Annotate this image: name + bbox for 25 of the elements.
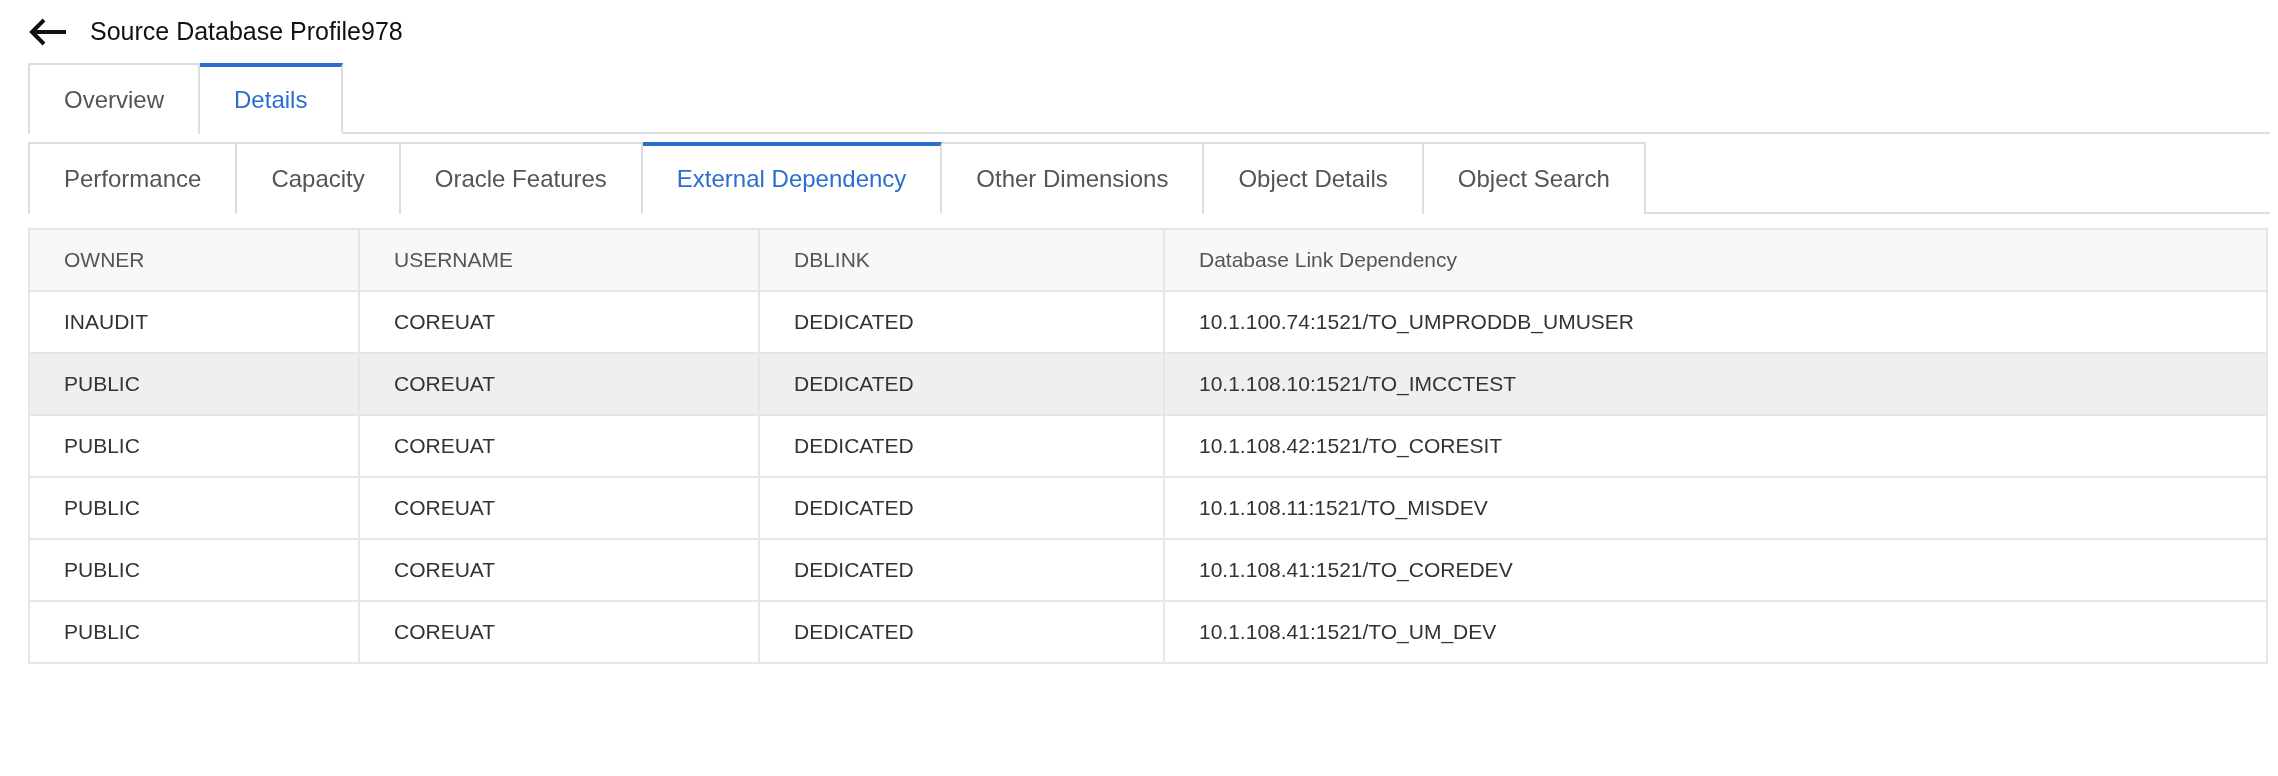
table-row[interactable]: PUBLIC COREUAT DEDICATED 10.1.108.10:1521/TO_IMCCTEST	[29, 353, 2267, 415]
column-header: Database Link Dependency	[1164, 229, 2267, 291]
table-row[interactable]: INAUDIT COREUAT DEDICATED 10.1.100.74:1521/TO_UMPRODDB_UMUSER	[29, 291, 2267, 353]
table-row[interactable]: PUBLIC COREUAT DEDICATED 10.1.108.11:1521/TO_MISDEV	[29, 477, 2267, 539]
tab[interactable]: External Dependency	[642, 142, 943, 214]
table-cell: PUBLIC	[29, 601, 359, 663]
page-title: Source Database Profile978	[90, 17, 403, 46]
tab[interactable]: Capacity	[237, 142, 401, 214]
tab[interactable]: Performance	[28, 142, 238, 214]
table-row[interactable]: PUBLIC COREUAT DEDICATED 10.1.108.41:1521/TO_COREDEV	[29, 539, 2267, 601]
back-arrow-icon[interactable]	[28, 17, 68, 46]
table-cell: DEDICATED	[759, 601, 1164, 663]
table-row[interactable]: PUBLIC COREUAT DEDICATED 10.1.108.41:1521/TO_UM_DEV	[29, 601, 2267, 663]
table-cell: 10.1.108.41:1521/TO_UM_DEV	[1164, 601, 2267, 663]
tab[interactable]: Details	[200, 63, 344, 134]
tab[interactable]: Overview	[28, 63, 201, 134]
column-header: OWNER	[29, 229, 359, 291]
tab[interactable]: Object Details	[1204, 142, 1424, 214]
tab[interactable]: Oracle Features	[400, 142, 643, 214]
tab[interactable]: Other Dimensions	[942, 142, 1205, 214]
tab[interactable]: Object Search	[1423, 142, 1646, 214]
table-cell: COREUAT	[359, 601, 759, 663]
column-header: DBLINK	[759, 229, 1164, 291]
column-header: USERNAME	[359, 229, 759, 291]
table-row[interactable]: PUBLIC COREUAT DEDICATED 10.1.108.42:1521/TO_CORESIT	[29, 415, 2267, 477]
